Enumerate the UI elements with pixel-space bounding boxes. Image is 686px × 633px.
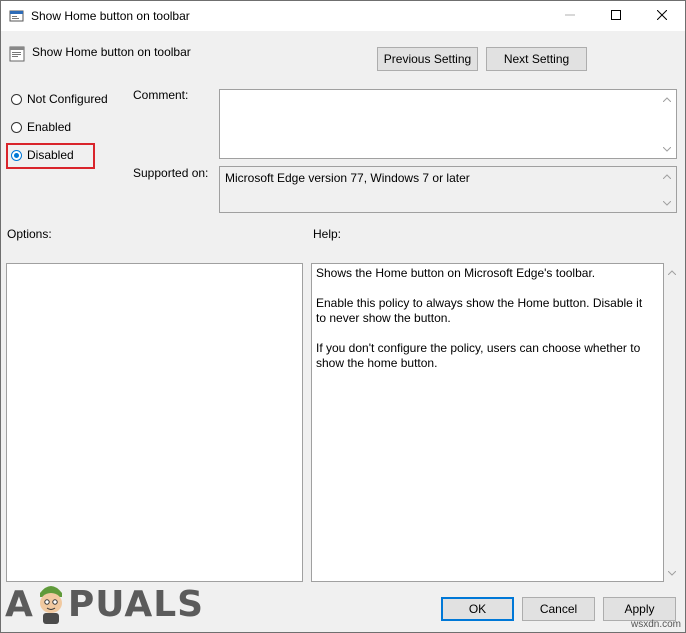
comment-textarea[interactable]: [219, 89, 677, 159]
apply-button[interactable]: Apply: [603, 597, 676, 621]
scroll-up-icon[interactable]: [662, 171, 672, 181]
help-panel: Shows the Home button on Microsoft Edge'…: [311, 263, 664, 582]
scroll-down-icon[interactable]: [667, 568, 677, 578]
cancel-button[interactable]: Cancel: [522, 597, 595, 621]
radio-enabled[interactable]: Enabled: [11, 119, 71, 135]
scroll-up-icon[interactable]: [667, 267, 677, 277]
help-text: Shows the Home button on Microsoft Edge'…: [316, 266, 643, 370]
scroll-down-icon[interactable]: [662, 144, 672, 154]
selection-highlight-box: [6, 143, 95, 169]
help-label: Help:: [313, 227, 342, 241]
next-setting-button[interactable]: Next Setting: [486, 47, 587, 71]
title-bar[interactable]: Show Home button on toolbar: [1, 1, 685, 31]
close-icon: [656, 9, 668, 23]
help-scrollbar[interactable]: [664, 263, 681, 582]
scroll-up-icon[interactable]: [662, 94, 672, 104]
watermark-text: PUALS: [67, 583, 205, 625]
comment-label: Comment:: [133, 88, 189, 102]
site-watermark: wsxdn.com: [631, 619, 682, 630]
policy-dialog-window: Show Home button on toolbar Show Home bu…: [0, 0, 686, 633]
radio-label: Not Configured: [27, 92, 108, 106]
supported-on-label: Supported on:: [133, 166, 209, 180]
mascot-icon: [34, 581, 68, 628]
maximize-icon: [611, 9, 621, 23]
radio-button[interactable]: [11, 121, 22, 133]
window-title: Show Home button on toolbar: [31, 9, 190, 23]
comment-scrollbar[interactable]: [659, 90, 676, 158]
radio-button[interactable]: [11, 93, 22, 105]
appuals-watermark: A PUALS: [5, 579, 204, 629]
policy-editor-icon: [9, 8, 25, 24]
supported-on-value: Microsoft Edge version 77, Windows 7 or …: [225, 171, 470, 185]
watermark-letter-a: A: [5, 583, 34, 625]
supported-on-field: Microsoft Edge version 77, Windows 7 or …: [219, 166, 677, 213]
ok-button[interactable]: OK: [441, 597, 514, 621]
setting-title: Show Home button on toolbar: [32, 45, 191, 59]
minimize-button[interactable]: [547, 1, 593, 31]
maximize-button[interactable]: [593, 1, 639, 31]
supported-scrollbar[interactable]: [659, 167, 676, 212]
radio-not-configured[interactable]: Not Configured: [11, 91, 108, 107]
options-label: Options:: [7, 227, 52, 241]
minimize-icon: [565, 9, 575, 23]
radio-label: Enabled: [27, 120, 72, 134]
previous-setting-button[interactable]: Previous Setting: [377, 47, 478, 71]
close-button[interactable]: [639, 1, 685, 31]
scroll-down-icon[interactable]: [662, 198, 672, 208]
options-panel: [6, 263, 303, 582]
setting-icon: [9, 46, 25, 62]
